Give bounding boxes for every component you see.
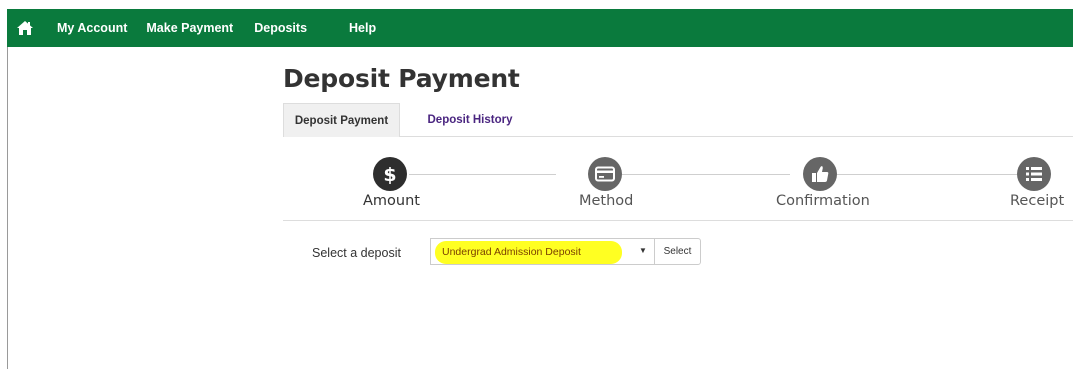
step-method-label: Method [579,193,634,209]
dollar-icon: $ [383,164,396,185]
page-left-border [7,47,8,369]
deposit-select-value: Undergrad Admission Deposit [442,246,581,258]
tab-deposit-payment[interactable]: Deposit Payment [283,103,400,137]
step-method-icon-circle [588,157,622,191]
tab-bar: Deposit Payment Deposit History [283,103,1073,137]
nav-my-account[interactable]: My Account [57,21,127,35]
home-button[interactable] [7,9,43,47]
step-connector [409,174,556,175]
nav-deposits[interactable]: Deposits [254,21,307,35]
thumbs-up-icon [812,166,829,182]
step-confirmation-label: Confirmation [776,193,870,209]
select-button[interactable]: Select [654,238,701,265]
list-icon [1026,167,1042,181]
step-receipt-icon-circle [1017,157,1051,191]
deposit-select-label: Select a deposit [312,246,401,260]
step-connector [622,174,790,175]
credit-card-icon [595,166,615,182]
step-receipt-label: Receipt [1010,193,1065,209]
page-title: Deposit Payment [283,64,520,93]
svg-text:$: $ [383,164,396,185]
top-navigation-bar: My Account Make Payment Deposits Help [7,9,1073,47]
caret-down-icon: ▼ [639,246,647,255]
step-confirmation-icon-circle [803,157,837,191]
tab-deposit-history[interactable]: Deposit History [413,103,527,137]
nav-help[interactable]: Help [349,21,376,35]
home-icon [17,21,33,35]
step-amount-label: Amount [363,193,420,209]
step-amount-icon-circle: $ [373,157,407,191]
payment-progress-steps: $ Amount Method Confirmation Receipt [283,137,1073,221]
deposit-select-dropdown[interactable]: Undergrad Admission Deposit ▼ [430,238,654,265]
step-connector [837,174,1017,175]
nav-make-payment[interactable]: Make Payment [146,21,233,35]
deposit-select-row: Select a deposit Undergrad Admission Dep… [0,238,1073,268]
